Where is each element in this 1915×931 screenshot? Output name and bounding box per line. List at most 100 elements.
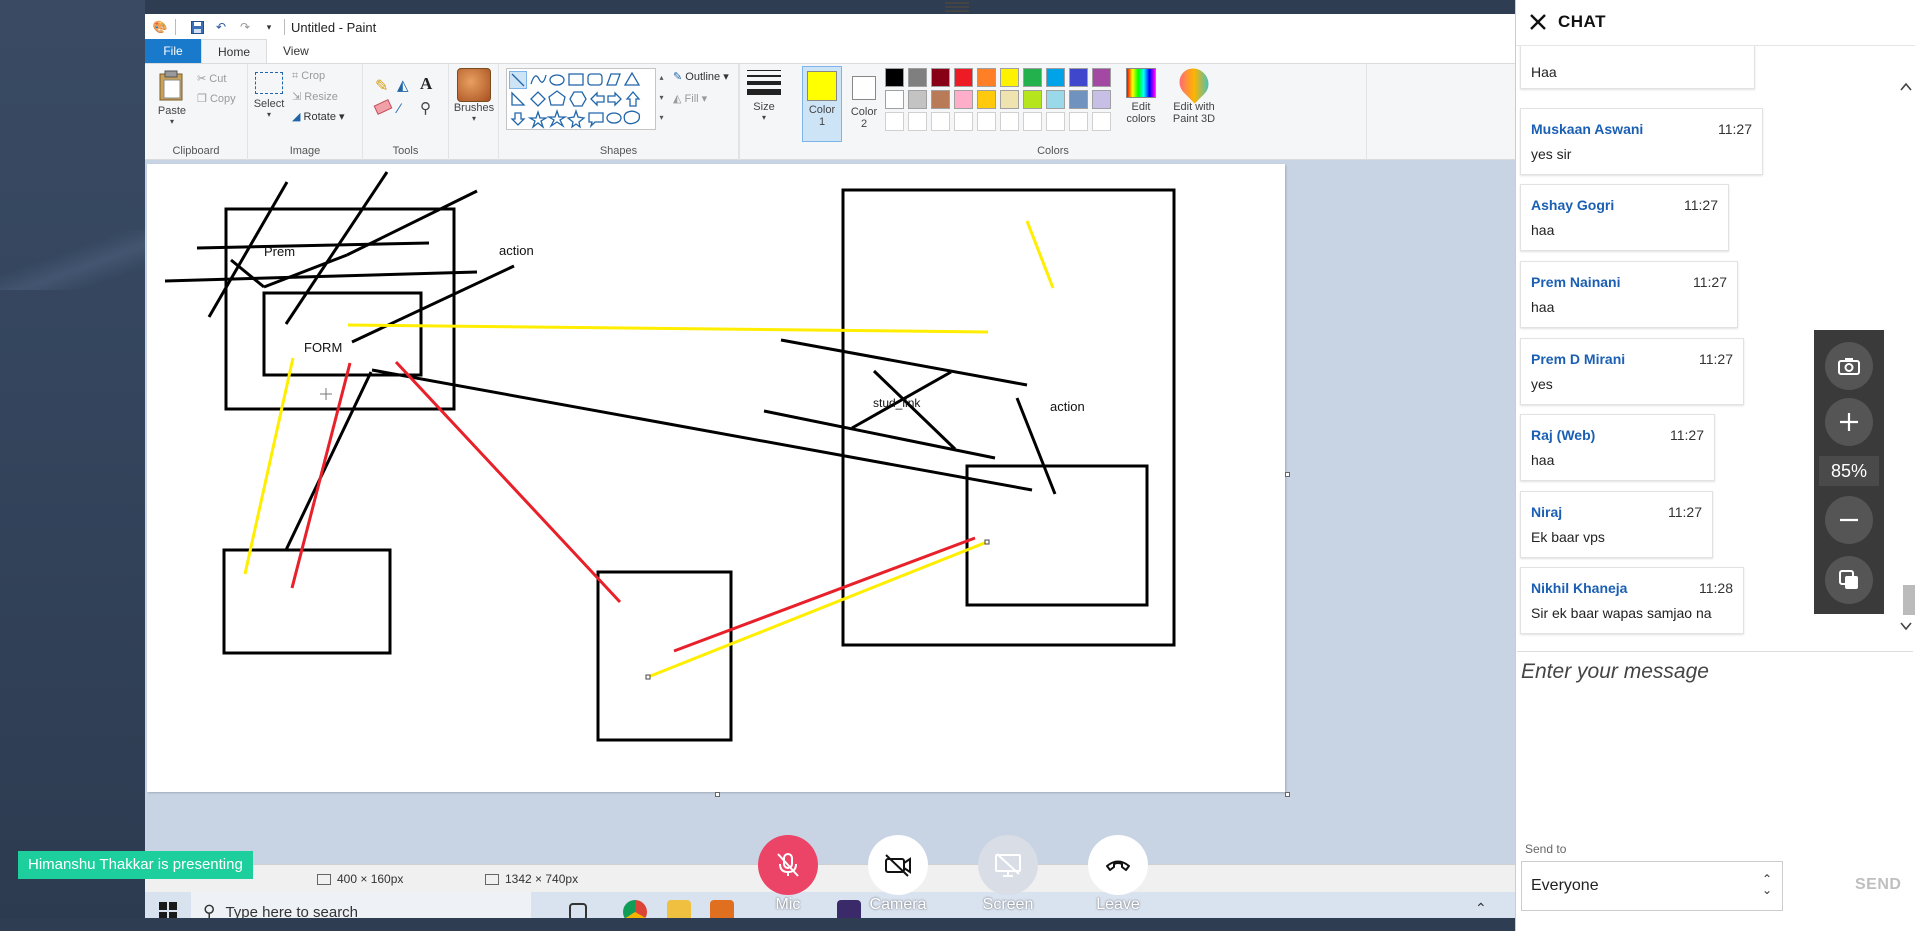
send-button[interactable]: SEND: [1855, 876, 1901, 894]
brushes-button[interactable]: Brushes ▾: [453, 68, 495, 123]
customize-qat-icon[interactable]: ▾: [260, 19, 278, 35]
canvas-resize-handle[interactable]: [1285, 472, 1290, 477]
zoom-in-button[interactable]: [1825, 398, 1873, 446]
paint3d-button[interactable]: Edit with Paint 3D: [1170, 62, 1218, 125]
tab-file[interactable]: File: [145, 39, 201, 63]
palette-swatch[interactable]: [977, 90, 996, 109]
save-icon[interactable]: [188, 19, 206, 35]
color2-button[interactable]: Color 2: [845, 66, 883, 130]
palette-swatch[interactable]: [1023, 68, 1042, 87]
custom-color-slot[interactable]: [908, 112, 927, 131]
fill-bucket-icon[interactable]: ◭: [397, 76, 409, 94]
custom-color-slot[interactable]: [931, 112, 950, 131]
crop-button[interactable]: ⌗ Crop: [292, 70, 325, 83]
edit-colors-button[interactable]: Edit colors: [1122, 68, 1160, 125]
palette-swatch[interactable]: [954, 68, 973, 87]
shapes-scroll[interactable]: ▴ ▾ ▾: [656, 68, 667, 130]
custom-color-slot[interactable]: [885, 112, 904, 131]
zoom-out-button[interactable]: [1825, 496, 1873, 544]
camera-label: Camera: [869, 896, 927, 913]
redo-icon[interactable]: ↷: [236, 19, 254, 35]
send-to-select[interactable]: Everyone ⌃ ⌄: [1521, 861, 1783, 911]
pencil-icon[interactable]: ✎: [375, 76, 388, 96]
select-arrows-icon: ⌃ ⌄: [1761, 872, 1772, 897]
message-time: 11:28: [1699, 580, 1733, 596]
palette-swatch[interactable]: [908, 68, 927, 87]
chat-scrollbar[interactable]: [1898, 72, 1914, 642]
tab-home[interactable]: Home: [201, 39, 268, 63]
custom-color-slot[interactable]: [1092, 112, 1111, 131]
message-input[interactable]: Enter your message: [1517, 651, 1913, 836]
fill-button[interactable]: ◭ Fill ▾: [673, 92, 707, 105]
palette-swatch[interactable]: [885, 68, 904, 87]
palette-swatch[interactable]: [1000, 68, 1019, 87]
chat-message: Prem Nainani 11:27 haa: [1520, 261, 1738, 328]
chat-message: Muskaan Aswani 11:27 yes sir: [1520, 108, 1763, 175]
palette-swatch[interactable]: [1069, 90, 1088, 109]
palette-swatch[interactable]: [1092, 90, 1111, 109]
palette-swatch[interactable]: [1069, 68, 1088, 87]
drawing: [164, 171, 1176, 742]
color1-button[interactable]: Color 1: [802, 66, 842, 142]
palette-swatch[interactable]: [931, 68, 950, 87]
screenshot-button[interactable]: [1825, 342, 1873, 390]
magnifier-icon[interactable]: ⚲: [420, 99, 431, 117]
leave-control[interactable]: Leave: [1087, 835, 1149, 914]
palette-swatch[interactable]: [1000, 90, 1019, 109]
custom-color-slot[interactable]: [954, 112, 973, 131]
drawing-canvas[interactable]: Prem action FORM stud_link action: [147, 164, 1285, 792]
custom-color-slot[interactable]: [1023, 112, 1042, 131]
palette-swatch[interactable]: [977, 68, 996, 87]
palette-swatch[interactable]: [1023, 90, 1042, 109]
palette-swatch[interactable]: [908, 90, 927, 109]
drag-handle-icon[interactable]: [945, 2, 969, 12]
chat-message: Niraj 11:27 Ek baar vps: [1520, 491, 1713, 558]
eraser-icon[interactable]: [373, 99, 393, 115]
palette-swatch[interactable]: [954, 90, 973, 109]
palette-swatch[interactable]: [1046, 68, 1065, 87]
copy-button[interactable]: ❐ Copy: [197, 92, 236, 105]
custom-color-slot[interactable]: [977, 112, 996, 131]
paste-button[interactable]: Paste ▾: [153, 70, 191, 126]
palette-swatch[interactable]: [931, 90, 950, 109]
canvas-size-icon: [485, 873, 499, 885]
text-tool-icon[interactable]: A: [420, 74, 432, 94]
mic-control[interactable]: Mic: [757, 835, 819, 914]
outline-button[interactable]: ✎ Outline ▾: [673, 70, 729, 83]
color-picker-icon[interactable]: ⁄: [398, 100, 400, 116]
quick-access-toolbar: 🎨 ↶ ↷ ▾ Untitled - Paint: [145, 14, 1515, 40]
chat-scroll-thumb[interactable]: [1903, 585, 1915, 615]
resize-button[interactable]: ⇲ Resize: [292, 90, 338, 103]
rainbow-palette-icon: [1126, 68, 1156, 98]
canvas-text-stud-link: stud_link: [873, 396, 921, 410]
close-icon[interactable]: [1526, 10, 1550, 34]
rotate-button[interactable]: ◢ Rotate ▾: [292, 110, 345, 123]
custom-color-slot[interactable]: [1000, 112, 1019, 131]
camera-control[interactable]: Camera: [867, 835, 929, 914]
leave-button[interactable]: [1088, 835, 1148, 895]
palette-swatch[interactable]: [885, 90, 904, 109]
canvas-resize-handle[interactable]: [715, 792, 720, 797]
paint-window: 🎨 ↶ ↷ ▾ Untitled - Paint File Home View …: [145, 14, 1515, 931]
undo-icon[interactable]: ↶: [212, 19, 230, 35]
custom-color-slot[interactable]: [1069, 112, 1088, 131]
custom-color-slot[interactable]: [1046, 112, 1065, 131]
chat-header: CHAT: [1516, 0, 1915, 46]
cut-button[interactable]: ✂ Cut: [197, 72, 226, 85]
size-icon: [747, 70, 781, 95]
screen-share-button[interactable]: [978, 835, 1038, 895]
fit-screen-button[interactable]: [1825, 556, 1873, 604]
select-button[interactable]: Select ▾: [252, 72, 286, 119]
mic-button[interactable]: [758, 835, 818, 895]
box-left-bottom: [222, 548, 392, 655]
canvas-resize-handle[interactable]: [1285, 792, 1290, 797]
palette-swatch[interactable]: [1092, 68, 1111, 87]
camera-button[interactable]: [868, 835, 928, 895]
selection-size-icon: [317, 873, 331, 885]
size-button[interactable]: Size ▾: [745, 70, 783, 122]
screen-control[interactable]: Screen: [977, 835, 1039, 914]
palette-swatch[interactable]: [1046, 90, 1065, 109]
shapes-group: ▴ ▾ ▾ ✎ Outline ▾ ◭ Fill ▾ Shapes: [499, 64, 739, 160]
tab-view[interactable]: View: [267, 39, 325, 63]
shapes-gallery[interactable]: [506, 68, 656, 130]
